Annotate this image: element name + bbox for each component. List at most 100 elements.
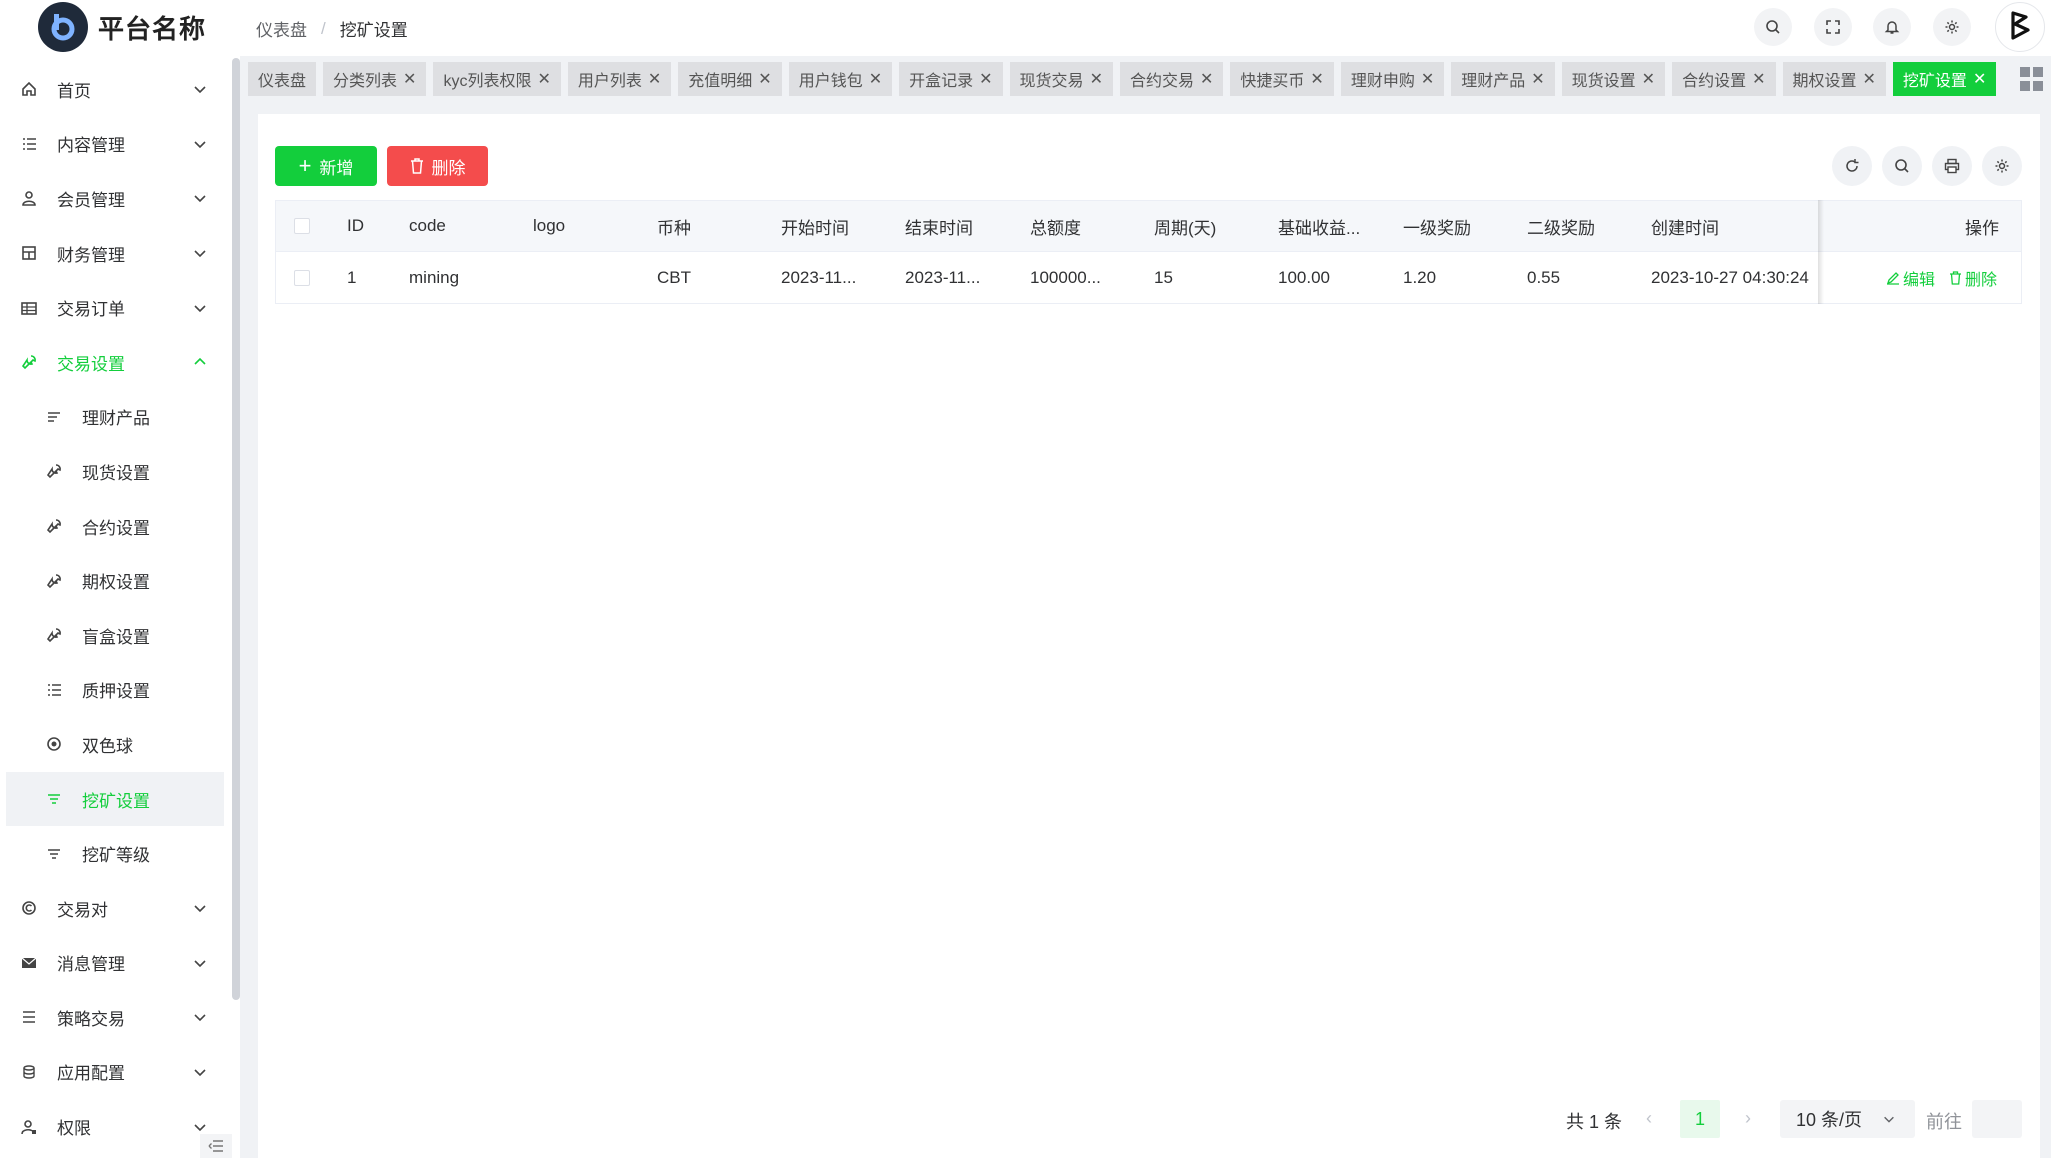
sidebar-subitem-mining-settings[interactable]: 挖矿设置 — [6, 771, 224, 827]
tabs-menu-icon[interactable] — [2020, 67, 2044, 91]
column-header[interactable]: 总额度 — [1030, 201, 1081, 251]
column-header[interactable]: 币种 — [657, 201, 691, 251]
table-row[interactable]: 1 mining CBT 2023-11... 2023-11... 10000… — [275, 252, 2022, 304]
close-icon[interactable]: ✕ — [1421, 69, 1434, 89]
column-header[interactable]: 创建时间 — [1651, 201, 1719, 251]
column-settings-button[interactable] — [1982, 146, 2022, 186]
chevron-down-icon — [192, 900, 208, 916]
tab-contract-settings[interactable]: 合约设置 ✕ — [1672, 62, 1776, 96]
tab-recharge-details[interactable]: 充值明细 ✕ — [678, 62, 782, 96]
close-icon[interactable]: ✕ — [1310, 69, 1323, 89]
sidebar-item-messages[interactable]: 消息管理 — [0, 936, 232, 991]
notification-button[interactable] — [1873, 8, 1911, 46]
sidebar-item-orders[interactable]: 交易订单 — [0, 280, 232, 335]
tab-quick-buy[interactable]: 快捷买币 ✕ — [1230, 62, 1334, 96]
close-icon[interactable]: ✕ — [869, 69, 882, 89]
close-icon[interactable]: ✕ — [1973, 69, 1986, 89]
table-search-button[interactable] — [1882, 146, 1922, 186]
select-all-checkbox[interactable] — [294, 218, 310, 234]
column-header[interactable]: 基础收益... — [1278, 201, 1360, 251]
tab-finance-products[interactable]: 理财产品 ✕ — [1451, 62, 1555, 96]
sidebar-subitem-finance-products[interactable]: 理财产品 — [0, 390, 232, 445]
tab-dashboard[interactable]: 仪表盘 — [248, 62, 317, 96]
close-icon[interactable]: ✕ — [403, 69, 416, 89]
print-icon — [1944, 158, 1960, 174]
tab-contract-trading[interactable]: 合约交易 ✕ — [1119, 62, 1224, 96]
column-header[interactable]: code — [409, 201, 446, 251]
collapse-icon — [208, 1140, 223, 1152]
close-icon[interactable]: ✕ — [758, 69, 771, 89]
close-icon[interactable]: ✕ — [1752, 69, 1765, 89]
chevron-left-icon[interactable]: ‹ — [1646, 1108, 1652, 1129]
sidebar-item-members[interactable]: 会员管理 — [0, 171, 232, 226]
sidebar-subitem-lottery[interactable]: 双色球 — [0, 717, 232, 772]
column-header[interactable]: 二级奖励 — [1527, 201, 1595, 251]
header-search-button[interactable] — [1754, 8, 1792, 46]
tab-kyc-permissions[interactable]: kyc列表权限 ✕ — [433, 62, 561, 96]
print-button[interactable] — [1932, 146, 1972, 186]
close-icon[interactable]: ✕ — [1090, 69, 1103, 89]
tab-label: 分类列表 — [333, 73, 398, 90]
user-icon — [20, 189, 38, 207]
pagination-page-current[interactable]: 1 — [1680, 1100, 1720, 1138]
refresh-icon — [1846, 159, 1859, 172]
sidebar-subitem-blindbox-settings[interactable]: 盲盒设置 — [0, 608, 232, 663]
sidebar-item-strategy[interactable]: 策略交易 — [0, 990, 232, 1045]
sidebar-item-app-config[interactable]: 应用配置 — [0, 1045, 232, 1100]
sidebar-item-content[interactable]: 内容管理 — [0, 117, 232, 172]
user-avatar[interactable] — [1995, 2, 2045, 52]
tab-finance-purchase[interactable]: 理财申购 ✕ — [1340, 62, 1445, 96]
chevron-down-icon — [192, 955, 208, 971]
close-icon[interactable]: ✕ — [1200, 69, 1213, 89]
sidebar-subitem-option-settings[interactable]: 期权设置 — [0, 553, 232, 608]
close-icon[interactable]: ✕ — [648, 69, 661, 89]
list-icon — [20, 135, 38, 153]
coins-icon — [20, 1063, 38, 1081]
grid-icon — [20, 244, 38, 262]
add-button[interactable]: + 新增 — [275, 146, 377, 186]
tab-label: 合约设置 — [1682, 73, 1747, 90]
tab-option-settings[interactable]: 期权设置 ✕ — [1782, 62, 1886, 96]
column-header[interactable]: 开始时间 — [781, 201, 849, 251]
sidebar-item-trading-pairs[interactable]: 交易对 — [0, 881, 232, 936]
sidebar-subitem-spot-settings[interactable]: 现货设置 — [0, 444, 232, 499]
sidebar-subitem-mining-levels[interactable]: 挖矿等级 — [0, 826, 232, 881]
column-header[interactable]: 一级奖励 — [1403, 201, 1471, 251]
column-header[interactable]: logo — [533, 201, 565, 251]
close-icon[interactable]: ✕ — [1642, 69, 1655, 89]
page-size-select[interactable]: 10 条/页 — [1780, 1100, 1915, 1138]
refresh-button[interactable] — [1832, 146, 1872, 186]
sidebar-scrollbar[interactable] — [232, 58, 240, 1000]
close-icon[interactable]: ✕ — [1531, 69, 1544, 89]
column-header[interactable]: 结束时间 — [905, 201, 973, 251]
tab-user-wallet[interactable]: 用户钱包 ✕ — [788, 62, 893, 96]
edit-link[interactable]: 编辑 — [1886, 266, 1935, 290]
close-icon[interactable]: ✕ — [537, 69, 550, 89]
column-header[interactable]: ID — [347, 201, 364, 251]
close-icon[interactable]: ✕ — [979, 69, 992, 89]
tab-spot-trading[interactable]: 现货交易 ✕ — [1009, 62, 1113, 96]
tab-label: 现货设置 — [1571, 73, 1636, 90]
sidebar-subitem-contract-settings[interactable]: 合约设置 — [0, 499, 232, 554]
tab-spot-settings[interactable]: 现货设置 ✕ — [1561, 62, 1666, 96]
row-delete-link[interactable]: 删除 — [1949, 266, 1997, 290]
tab-category-list[interactable]: 分类列表 ✕ — [323, 62, 427, 96]
tab-user-list[interactable]: 用户列表 ✕ — [567, 62, 672, 96]
chevron-right-icon[interactable]: › — [1745, 1108, 1751, 1129]
settings-button[interactable] — [1933, 8, 1971, 46]
tab-mining-settings[interactable]: 挖矿设置 ✕ — [1892, 62, 1997, 96]
logo-area[interactable]: 平台名称 — [38, 0, 206, 54]
sidebar-item-trade-settings[interactable]: 交易设置 — [0, 335, 232, 390]
fullscreen-button[interactable] — [1814, 8, 1852, 46]
delete-button[interactable]: 删除 — [387, 146, 488, 186]
sort-icon — [45, 408, 63, 426]
breadcrumb-item[interactable]: 仪表盘 — [256, 16, 307, 41]
row-checkbox[interactable] — [294, 269, 310, 286]
sidebar-item-finance[interactable]: 财务管理 — [0, 226, 232, 281]
sidebar-item-home[interactable]: 首页 — [0, 62, 232, 117]
pagination-goto-input[interactable] — [1972, 1100, 2022, 1138]
column-header[interactable]: 周期(天) — [1154, 201, 1216, 251]
sidebar-subitem-staking-settings[interactable]: 质押设置 — [0, 663, 232, 718]
close-icon[interactable]: ✕ — [1863, 69, 1876, 89]
tab-box-records[interactable]: 开盒记录 ✕ — [899, 62, 1003, 96]
